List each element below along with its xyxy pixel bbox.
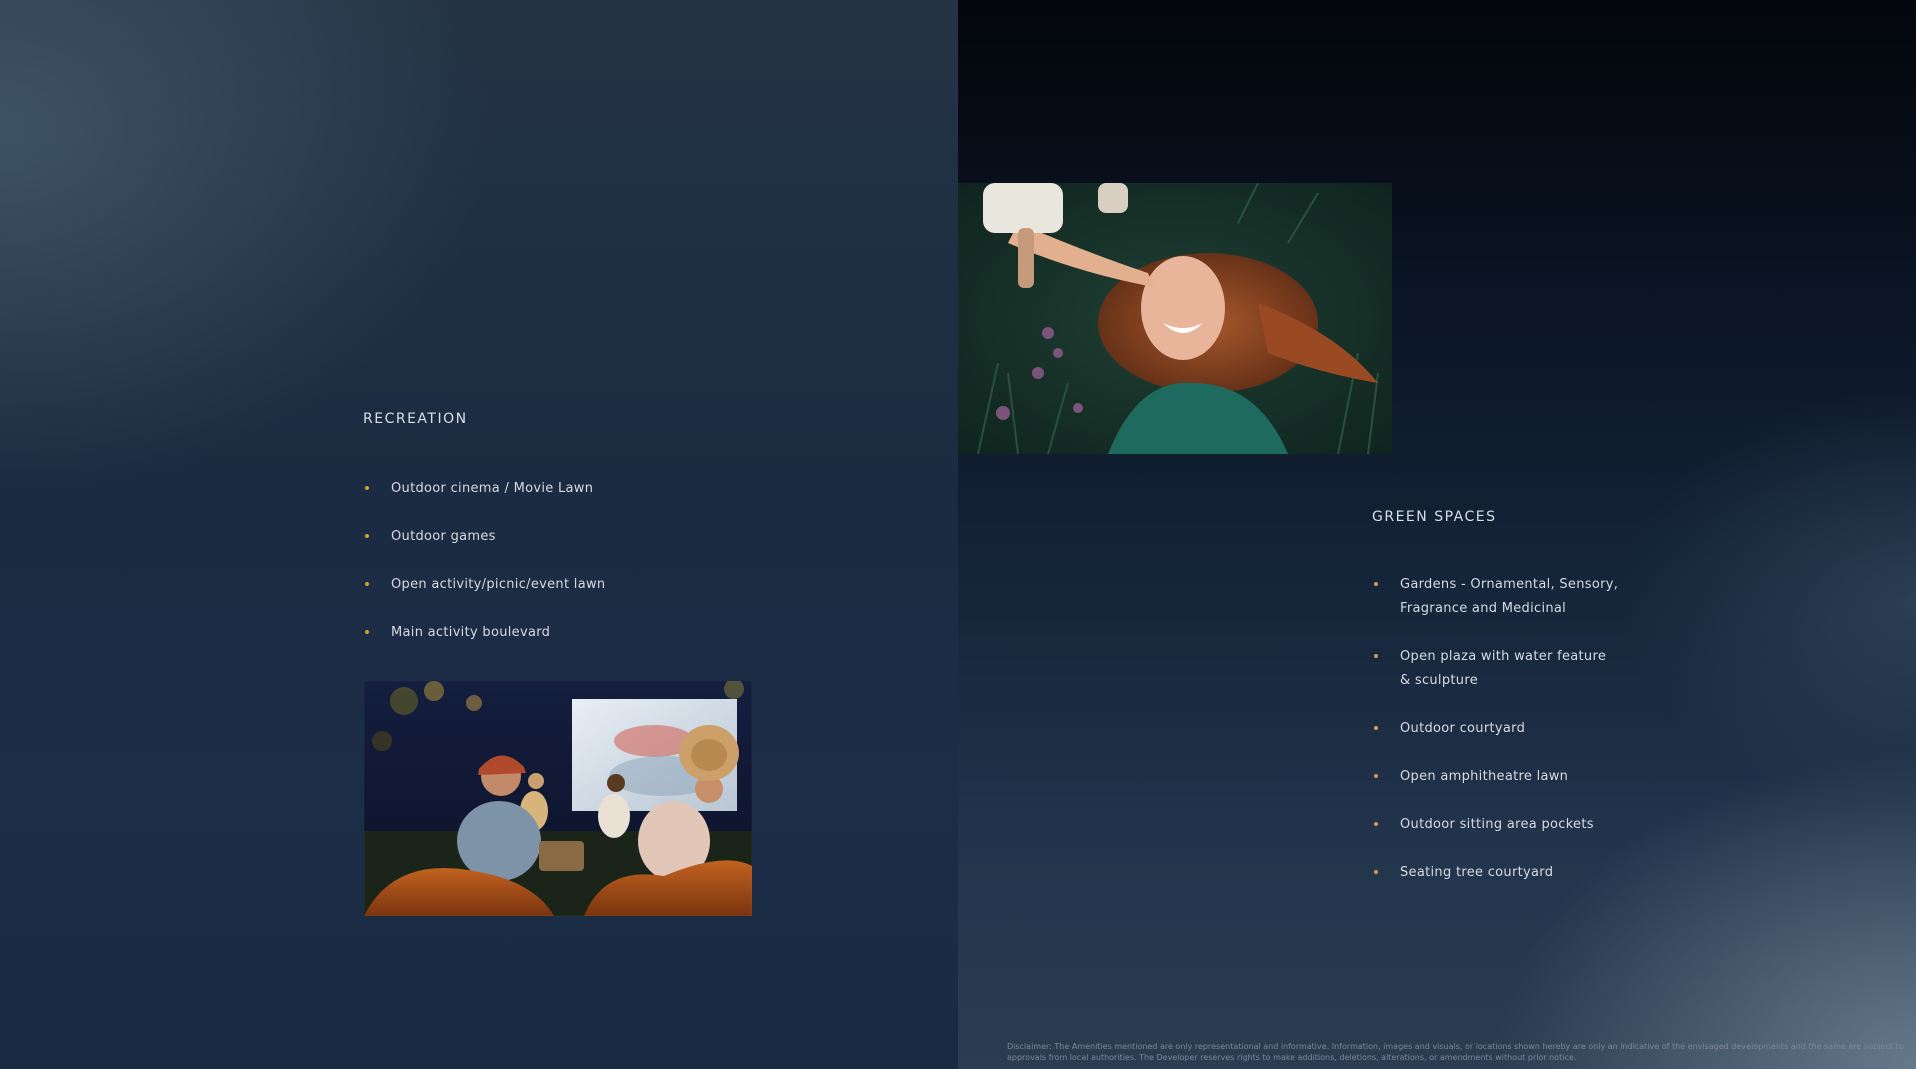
list-item: Outdoor sitting area pockets [1372,813,1618,837]
list-item-label: Outdoor cinema / Movie Lawn [391,481,594,496]
list-item-label: Open plaza with water feature & sculptur… [1400,649,1607,688]
list-item: Seating tree courtyard [1372,861,1618,885]
bullet-icon [365,486,369,490]
bullet-icon [1374,726,1378,730]
list-item: Main activity boulevard [363,621,605,645]
list-item: Outdoor courtyard [1372,717,1618,741]
bullet-icon [1374,774,1378,778]
recreation-title: RECREATION [363,411,468,427]
list-item-label: Outdoor courtyard [1400,721,1526,736]
list-item: Gardens - Ornamental, Sensory, Fragrance… [1372,573,1618,621]
list-item-label: Open activity/picnic/event lawn [391,577,606,592]
list-item-label: Main activity boulevard [391,625,551,640]
list-item-label: Outdoor sitting area pockets [1400,817,1594,832]
list-item: Open activity/picnic/event lawn [363,573,605,597]
bullet-icon [1374,822,1378,826]
recreation-list: Outdoor cinema / Movie Lawn Outdoor game… [363,477,605,645]
list-item-label: Open amphitheatre lawn [1400,769,1569,784]
outdoor-cinema-photo [364,681,752,916]
list-item-label: Gardens - Ornamental, Sensory, Fragrance… [1400,577,1619,616]
bullet-icon [365,534,369,538]
disclaimer-text: Disclaimer: The Amenities mentioned are … [1007,1042,1904,1062]
bullet-icon [1374,582,1378,586]
green-spaces-title: GREEN SPACES [1372,509,1497,525]
brochure-page: RECREATION Outdoor cinema / Movie Lawn O… [0,0,1916,1069]
list-item: Open amphitheatre lawn [1372,765,1618,789]
woman-in-grass-photo [958,183,1392,454]
bullet-icon [365,630,369,634]
list-item-label: Seating tree courtyard [1400,865,1554,880]
right-panel [958,0,1916,1069]
bullet-icon [1374,870,1378,874]
green-spaces-list: Gardens - Ornamental, Sensory, Fragrance… [1372,573,1618,885]
list-item: Open plaza with water feature & sculptur… [1372,645,1618,693]
bullet-icon [1374,654,1378,658]
list-item: Outdoor games [363,525,605,549]
list-item: Outdoor cinema / Movie Lawn [363,477,605,501]
bullet-icon [365,582,369,586]
list-item-label: Outdoor games [391,529,496,544]
